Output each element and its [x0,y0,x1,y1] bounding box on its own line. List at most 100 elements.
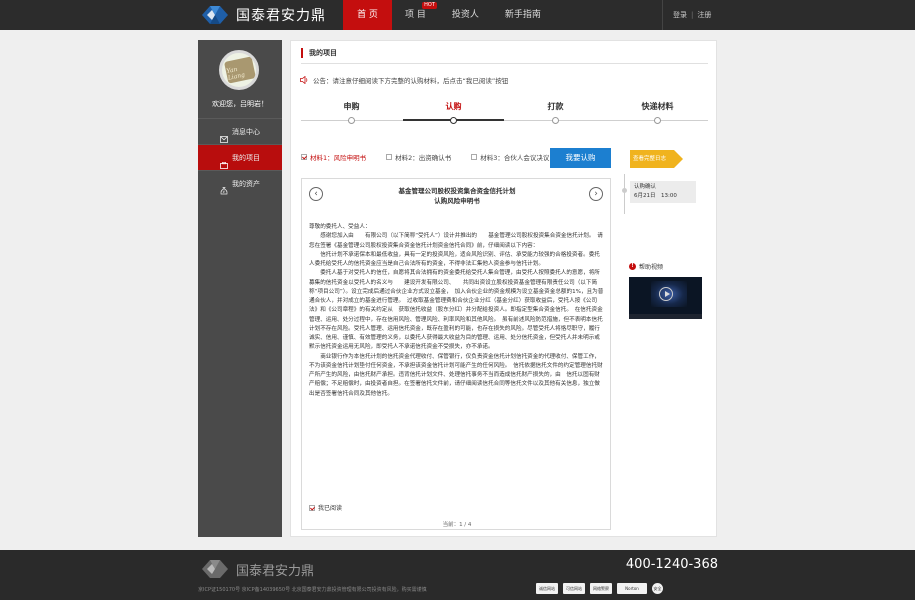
sidebar-item-label: 消息中心 [232,128,260,136]
help-video[interactable] [629,277,702,319]
document-paragraph: 委托人基于对受托人的信任，自愿将其合法拥有的资金委托给受托人集合管理，由受托人按… [309,270,604,351]
footer: 国泰君安力鼎 400-1240-368 京ICP证150170号 京ICP备14… [0,550,915,600]
material-checkbox[interactable] [301,154,307,160]
document-title: 基金管理公司股权投资集合资金信托计划 认购风险申明书 [342,186,572,206]
login-link[interactable]: 登录 [673,10,687,20]
material-label: 材料3：合伙人会议决议 [480,154,550,162]
material-tab-capital[interactable]: 材料2：出资确认书 [386,152,451,162]
document-paragraph: 商业银行作为本信托计划的信托资金代理收付、保管银行，仅负责资金信托计划信托资金的… [309,353,603,397]
step-label: 认购 [445,102,462,111]
main-panel: 我的项目 公告：请注意仔细阅读下方完整的认购材料，后点击“我已阅读”按钮 申购 … [290,40,717,537]
avatar[interactable]: Yan Liang [219,50,259,90]
read-label: 我已阅读 [318,505,343,512]
document-paragraph: 信托计划不承诺保本和最低收益，具有一定的投资风险，适合风险识别、评估、承受能力较… [309,251,600,267]
material-tab-resolution[interactable]: 材料3：合伙人会议决议 [471,152,549,162]
money-bag-icon: ¥ [220,180,228,195]
title-divider [301,63,708,64]
step-dot [552,117,559,124]
page-indicator: 当前：1 / 4 [442,522,472,528]
document-paragraph: 尊敬的委托人、受益人： [309,224,371,230]
step-courier: 快递材料 [607,101,708,112]
trust-badge[interactable]: 安全 [652,583,663,594]
nav-projects[interactable]: 项 目 HOT [392,0,439,30]
footer-brand-name: 国泰君安力鼎 [236,563,315,579]
sidebar-menu: 消息中心 我的项目 ¥ 我的资产 [198,118,282,196]
next-page-button[interactable]: › [589,187,603,201]
register-link[interactable]: 注册 [697,10,711,20]
trust-badge[interactable]: 诚信网站 [536,583,558,594]
footer-logo: 国泰君安力鼎 [198,558,314,580]
material-label: 材料2：出资确认书 [395,154,452,162]
step-subscribe: 认购 [403,101,504,112]
sidebar-item-projects[interactable]: 我的项目 [198,144,282,170]
warning-icon: ! [629,263,636,270]
step-dot [654,117,661,124]
trust-badge[interactable]: 可信网站 [563,583,585,594]
view-full-log-button[interactable]: 查看完整日志 [630,150,683,168]
step-label: 快递材料 [641,102,674,111]
user-sidebar: Yan Liang 欢迎您，吕明岩！ 消息中心 我的项目 ¥ 我的资产 [198,40,282,537]
trust-badges: 诚信网站 可信网站 网络警察 Norton 安全 [536,583,668,594]
step-payment: 打款 [505,101,606,112]
auth-separator: | [691,11,694,19]
document-viewer: ‹ 基金管理公司股权投资集合资金信托计划 认购风险申明书 › 尊敬的委托人、受益… [301,178,611,530]
timeline-dot [622,188,627,193]
footer-legal: 京ICP证150170号 京ICP备14039650号 北京国泰君安力鼎投资管理… [198,587,427,593]
material-label: 材料1：风险申明书 [310,154,367,162]
read-checkbox[interactable] [309,504,315,511]
mail-icon [220,128,228,143]
steps-track [301,120,708,121]
subscribe-button[interactable]: 我要认购 [550,148,611,168]
materials-tabs: 材料1：风险申明书 材料2：出资确认书 材料3：合伙人会议决议 [301,152,569,162]
top-navbar: 国泰君安力鼎 首 页 项 目 HOT 投资人 新手指南 登录 | 注册 [0,0,915,30]
chevron-left-icon: ‹ [314,189,318,199]
step-apply: 申购 [301,101,402,112]
step-dot [348,117,355,124]
document-paragraph: 感谢您加入由 有限公司（以下简称“受托人”）设计并推出的 基金管理公司股权投资集… [309,233,603,249]
trust-badge[interactable]: 网络警察 [590,583,612,594]
chevron-right-icon: › [594,189,598,199]
nav-projects-label: 项 目 [405,10,426,20]
document-title-line1: 基金管理公司股权投资集合资金信托计划 [398,187,516,195]
prev-page-button[interactable]: ‹ [309,187,323,201]
norton-badge[interactable]: Norton [617,583,647,594]
nav-investors-label: 投资人 [451,10,479,20]
hot-badge: HOT [422,2,437,9]
notice-bar: 公告：请注意仔细阅读下方完整的认购材料，后点击“我已阅读”按钮 [300,75,508,85]
timeline-event-time: 6月21日 13:00 [634,193,677,199]
sidebar-item-label: 我的项目 [232,154,260,162]
project-icon [220,154,228,169]
timeline-event-title: 认购确认 [634,184,657,190]
hotline-number: 400-1240-368 [625,557,718,572]
nav-guide[interactable]: 新手指南 [492,0,554,30]
help-title: ! 帮助视频 [629,262,703,271]
brand-name: 国泰君安力鼎 [236,8,326,24]
video-controls[interactable] [629,314,702,319]
step-dot-active [450,117,457,124]
speaker-icon [300,75,309,85]
step-label: 打款 [547,102,564,111]
progress-steps: 申购 认购 打款 快递材料 [301,101,708,131]
nav-investors[interactable]: 投资人 [439,0,492,30]
sidebar-item-assets[interactable]: ¥ 我的资产 [198,170,282,196]
brand-logo[interactable]: 国泰君安力鼎 [198,4,326,26]
svg-text:¥: ¥ [223,190,226,194]
diamond-logo-icon [198,4,232,26]
document-body: 尊敬的委托人、受益人： 感谢您加入由 有限公司（以下简称“受托人”）设计并推出的… [309,223,605,399]
nav-guide-label: 新手指南 [504,10,541,20]
help-video-panel: ! 帮助视频 [629,262,703,319]
document-title-line2: 认购风险申明书 [434,197,480,205]
play-icon[interactable] [659,287,673,301]
timeline-line [624,174,625,214]
material-tab-risk[interactable]: 材料1：风险申明书 [301,152,366,162]
step-label: 申购 [343,102,360,111]
nav-home[interactable]: 首 页 [343,0,392,30]
read-confirm[interactable]: 我已阅读 [309,503,342,512]
nav-home-label: 首 页 [357,10,378,20]
welcome-text: 欢迎您，吕明岩！ [212,100,268,108]
material-checkbox[interactable] [471,154,478,160]
sidebar-item-label: 我的资产 [232,180,260,188]
diamond-logo-icon [202,560,228,578]
material-checkbox[interactable] [386,154,393,160]
sidebar-item-messages[interactable]: 消息中心 [198,118,282,144]
